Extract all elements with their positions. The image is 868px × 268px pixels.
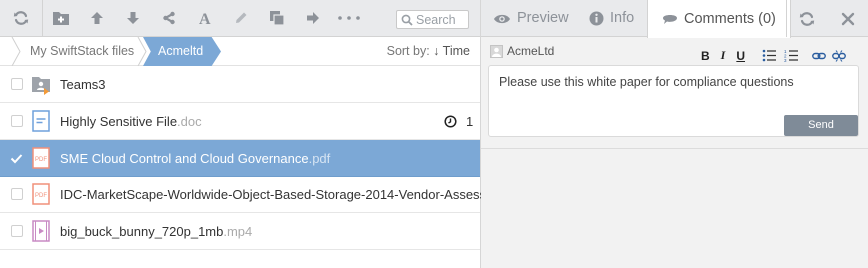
sort-arrow: ↓: [433, 44, 440, 58]
copy-button[interactable]: [259, 0, 295, 37]
file-row[interactable]: big_buck_bunny_720p_1mb.mp4: [0, 213, 480, 250]
info-icon: [589, 11, 604, 26]
file-name[interactable]: IDC-MarketScape-Worldwide-Object-Based-S…: [60, 187, 497, 202]
arrow-right-icon: [307, 12, 319, 24]
tab-info-label: Info: [610, 10, 635, 26]
svg-text:A: A: [199, 11, 211, 26]
comments-icon: [663, 15, 677, 24]
svg-text:PDF: PDF: [35, 157, 47, 163]
row-checkbox[interactable]: [11, 115, 23, 127]
link-icon[interactable]: [812, 51, 826, 61]
file-name[interactable]: big_buck_bunny_720p_1mb.mp4: [60, 224, 252, 239]
refresh-details-button[interactable]: [786, 0, 827, 37]
tab-comments[interactable]: Comments (0): [647, 0, 791, 38]
clock-icon: [444, 114, 457, 128]
tab-comments-label: Comments (0): [684, 10, 776, 27]
send-button[interactable]: Send: [784, 115, 858, 136]
close-icon: [841, 12, 854, 25]
details-tabs: Preview Info Comments (0): [481, 0, 868, 38]
comment-author-name: AcmeLtd: [507, 44, 555, 58]
bold-button[interactable]: B: [701, 49, 710, 63]
search-icon: [401, 14, 413, 26]
new-folder-button[interactable]: [43, 0, 79, 37]
file-row[interactable]: PDF IDC-MarketScape-Worldwide-Object-Bas…: [0, 176, 497, 213]
pdf-file-icon: PDF: [32, 147, 50, 169]
tab-info[interactable]: Info: [589, 0, 634, 37]
search-placeholder: Search: [416, 12, 456, 27]
rename-button[interactable]: A: [187, 0, 223, 37]
pencil-icon: [236, 12, 247, 23]
move-button[interactable]: [295, 0, 331, 37]
italic-button[interactable]: I: [721, 48, 726, 63]
tab-preview[interactable]: Preview: [493, 0, 569, 37]
file-toolbar: A Search: [0, 0, 480, 37]
close-details-button[interactable]: [827, 0, 868, 37]
share-icon: [163, 11, 175, 25]
tab-preview-label: Preview: [517, 10, 569, 26]
user-icon: [492, 47, 501, 57]
comment-author: AcmeLtd: [490, 44, 554, 58]
new-folder-icon: [53, 12, 69, 25]
refresh-icon: [13, 11, 29, 25]
download-icon: [127, 12, 139, 24]
upload-icon: [91, 12, 103, 24]
eye-icon: [494, 14, 510, 23]
file-row[interactable]: Highly Sensitive File.doc 1: [0, 103, 480, 140]
file-row[interactable]: Teams3: [0, 66, 480, 103]
edit-button[interactable]: [223, 0, 259, 37]
version-count[interactable]: 1: [444, 114, 473, 129]
sort-label: Sort by:: [386, 44, 430, 58]
row-checkbox[interactable]: [11, 225, 23, 237]
download-button[interactable]: [115, 0, 151, 37]
search-box[interactable]: Search: [396, 10, 469, 29]
refresh-icon: [799, 11, 815, 26]
breadcrumb: My SwiftStack files Acmeltd Sort by: ↓ T…: [0, 37, 480, 66]
file-name[interactable]: Teams3: [60, 77, 106, 92]
more-button[interactable]: [331, 0, 367, 37]
version-number: 1: [466, 113, 474, 129]
doc-file-icon: [32, 110, 50, 132]
bullet-list-icon[interactable]: [762, 49, 777, 62]
breadcrumb-current[interactable]: Acmeltd: [143, 37, 221, 66]
more-icon: [338, 16, 360, 20]
comment-text[interactable]: Please use this white paper for complian…: [499, 75, 794, 89]
upload-button[interactable]: [79, 0, 115, 37]
svg-text:3: 3: [784, 58, 787, 62]
sort-field[interactable]: Time: [443, 44, 470, 58]
rename-icon: A: [199, 11, 211, 26]
row-checkbox[interactable]: [11, 78, 23, 90]
pdf-file-icon: PDF: [32, 183, 50, 205]
refresh-button[interactable]: [0, 0, 43, 37]
file-name[interactable]: SME Cloud Control and Cloud Governance.p…: [60, 151, 330, 166]
file-name[interactable]: Highly Sensitive File.doc: [60, 114, 202, 129]
shared-folder-icon: [32, 77, 50, 95]
avatar: [490, 44, 503, 58]
copy-icon: [270, 11, 285, 26]
file-browser-pane: A Search My SwiftStack files Acmeltd Sor…: [0, 0, 497, 268]
format-toolbar: B I U 123: [701, 48, 846, 63]
divider: [481, 148, 868, 149]
svg-text:PDF: PDF: [35, 193, 47, 199]
share-button[interactable]: [151, 0, 187, 37]
video-file-icon: [32, 220, 50, 242]
file-row-selected[interactable]: PDF SME Cloud Control and Cloud Governan…: [0, 140, 480, 177]
row-checkbox[interactable]: [11, 188, 23, 200]
breadcrumb-root[interactable]: My SwiftStack files: [14, 37, 134, 65]
checkmark-icon[interactable]: [10, 153, 23, 164]
numbered-list-icon[interactable]: 123: [784, 49, 799, 62]
sort-control[interactable]: Sort by: ↓ Time: [387, 37, 470, 65]
underline-button[interactable]: U: [736, 49, 745, 63]
unlink-icon[interactable]: [832, 49, 846, 63]
